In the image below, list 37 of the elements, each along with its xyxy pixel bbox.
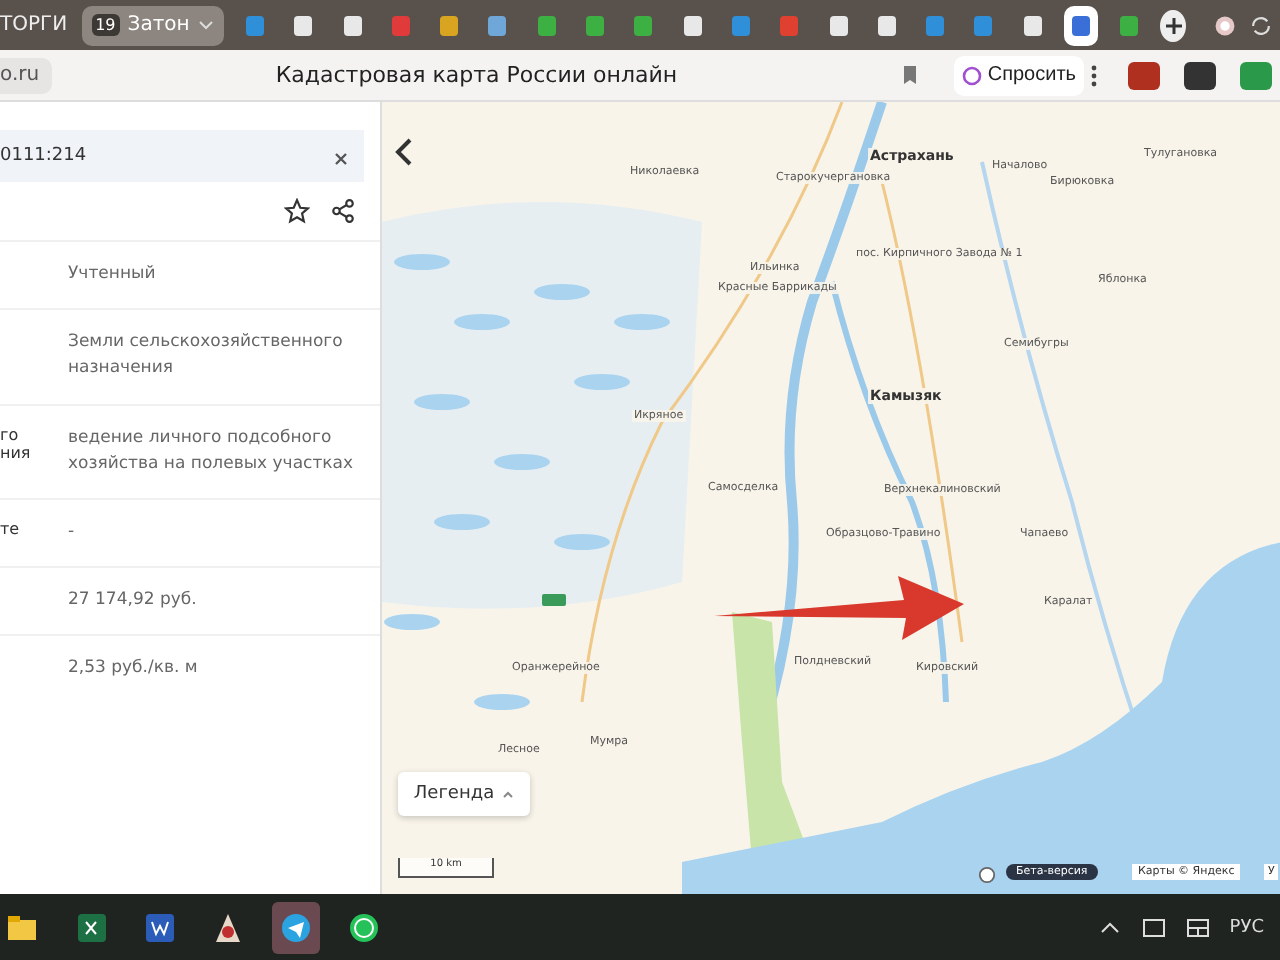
- field-value: Учтенный: [68, 262, 158, 288]
- caret-icon: [502, 790, 515, 798]
- share-icon[interactable]: [330, 198, 356, 224]
- field-value: 2,53 руб./кв. м: [68, 656, 200, 683]
- field-value: 27 174,92 руб.: [68, 588, 199, 615]
- field-label: го ния: [0, 425, 33, 466]
- telegram-app-icon[interactable]: [272, 901, 320, 953]
- chevron-up-icon[interactable]: [1097, 917, 1122, 937]
- keyboard-icon[interactable]: [1141, 917, 1166, 937]
- tab-group[interactable]: 19 Затон: [81, 5, 224, 45]
- legend-button[interactable]: Легенда: [398, 772, 530, 816]
- field-label: те: [0, 519, 22, 542]
- browser-tab[interactable]: [1063, 5, 1099, 45]
- address-bar[interactable]: o.ru: [0, 57, 52, 93]
- tab-group-title: Затон: [127, 14, 190, 36]
- language-indicator[interactable]: РУС: [1229, 917, 1264, 937]
- field-value: -: [68, 519, 77, 546]
- plus-icon: [1163, 15, 1184, 35]
- extension-icon[interactable]: [1128, 61, 1160, 89]
- extension-icon[interactable]: [1214, 11, 1237, 39]
- field-value: Земли сельскохозяйственного назначения: [68, 330, 345, 383]
- page-title: Кадастровая карта России онлайн: [273, 62, 680, 88]
- ask-button[interactable]: Спросить: [953, 55, 1084, 95]
- sync-icon[interactable]: [1250, 11, 1273, 39]
- back-chevron-icon[interactable]: [394, 138, 414, 166]
- search-value: 0111:214: [0, 146, 87, 166]
- chevron-icon: [197, 19, 214, 31]
- tab-group-badge: 19: [91, 14, 120, 36]
- star-icon[interactable]: [284, 198, 310, 224]
- search-field[interactable]: 0111:214: [0, 130, 364, 182]
- bookmark-icon[interactable]: [901, 64, 918, 86]
- window-icon[interactable]: [1185, 917, 1210, 937]
- tab-title[interactable]: ТОРГИ: [0, 14, 68, 36]
- extension-icon[interactable]: [1184, 61, 1216, 89]
- ring-icon: [961, 65, 982, 85]
- new-tab-button[interactable]: [1160, 9, 1187, 41]
- field-value: ведение личного подсобного хозяйства на полевых участках: [68, 425, 356, 478]
